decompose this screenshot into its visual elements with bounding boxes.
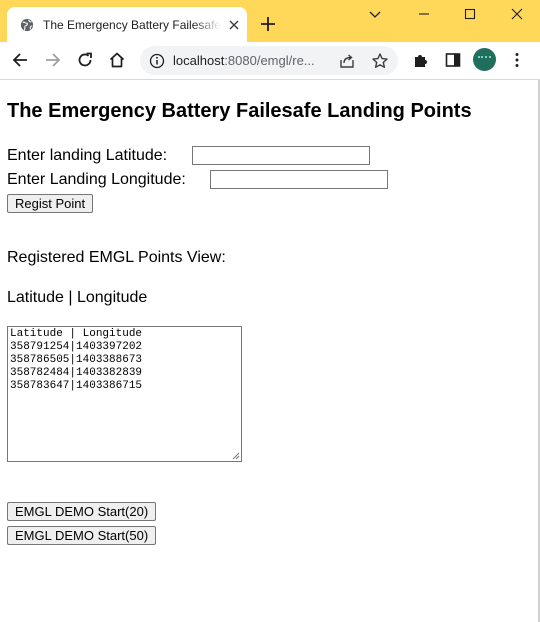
arrow-right-icon [46, 53, 61, 67]
points-list-text: Latitude | Longitude 358791254|140339720… [10, 328, 143, 392]
close-icon[interactable] [227, 18, 241, 32]
longitude-input[interactable] [210, 170, 388, 189]
side-panel-icon [445, 53, 461, 67]
chevron-down-icon [369, 11, 381, 18]
reload-icon [78, 52, 92, 67]
profile-avatar[interactable] [473, 48, 496, 71]
page-content: The Emergency Battery Failesafe Landing … [0, 80, 540, 622]
tab-search-button[interactable] [352, 0, 398, 30]
share-icon[interactable] [338, 52, 356, 70]
back-button[interactable] [8, 48, 32, 72]
url-path: :8080/emgl/re... [224, 53, 315, 68]
browser-toolbar: localhost:8080/emgl/re... [0, 42, 540, 80]
close-window-button[interactable] [494, 0, 540, 30]
home-button[interactable] [105, 48, 129, 72]
reload-button[interactable] [73, 48, 97, 72]
menu-button[interactable] [505, 48, 529, 72]
regist-point-button[interactable]: Regist Point [7, 194, 94, 213]
longitude-label: Enter Landing Longitude: [7, 171, 186, 188]
side-panel-button[interactable] [441, 48, 465, 72]
arrow-left-icon [12, 53, 27, 67]
puzzle-piece-icon [415, 55, 427, 67]
url-host: localhost [173, 53, 225, 68]
column-header-label: Latitude | Longitude [7, 289, 148, 306]
browser-tab[interactable]: The Emergency Battery Failesafe [7, 7, 247, 42]
maximize-button[interactable] [447, 0, 493, 30]
browser-window: The Emergency Battery Failesafe localhos… [0, 0, 540, 622]
star-icon[interactable] [371, 52, 389, 70]
address-bar[interactable]: localhost:8080/emgl/re... [140, 46, 398, 75]
tab-title-fade [193, 15, 221, 35]
emgl-demo-50-button[interactable]: EMGL DEMO Start(50) [7, 526, 157, 545]
kebab-menu-icon [515, 53, 519, 67]
globe-icon [20, 18, 34, 32]
page-title: The Emergency Battery Failesafe Landing … [7, 100, 472, 122]
minimize-icon [419, 13, 429, 15]
emgl-demo-20-button[interactable]: EMGL DEMO Start(20) [7, 502, 157, 521]
maximize-icon [464, 8, 476, 20]
resize-grip-icon[interactable] [231, 451, 240, 460]
new-tab-plus-icon[interactable] [257, 13, 279, 35]
url-text[interactable]: localhost:8080/emgl/re... [173, 53, 331, 69]
tab-strip: The Emergency Battery Failesafe [0, 0, 540, 42]
close-icon [511, 8, 523, 20]
registered-points-label: Registered EMGL Points View: [7, 249, 226, 266]
latitude-label: Enter landing Latitude: [7, 147, 168, 164]
info-icon[interactable] [149, 53, 165, 69]
points-textarea[interactable]: Latitude | Longitude 358791254|140339720… [7, 326, 242, 462]
latitude-input[interactable] [192, 146, 370, 165]
minimize-button[interactable] [401, 0, 447, 30]
extensions-button[interactable] [409, 48, 433, 72]
forward-button[interactable] [41, 48, 65, 72]
home-icon [109, 52, 125, 68]
